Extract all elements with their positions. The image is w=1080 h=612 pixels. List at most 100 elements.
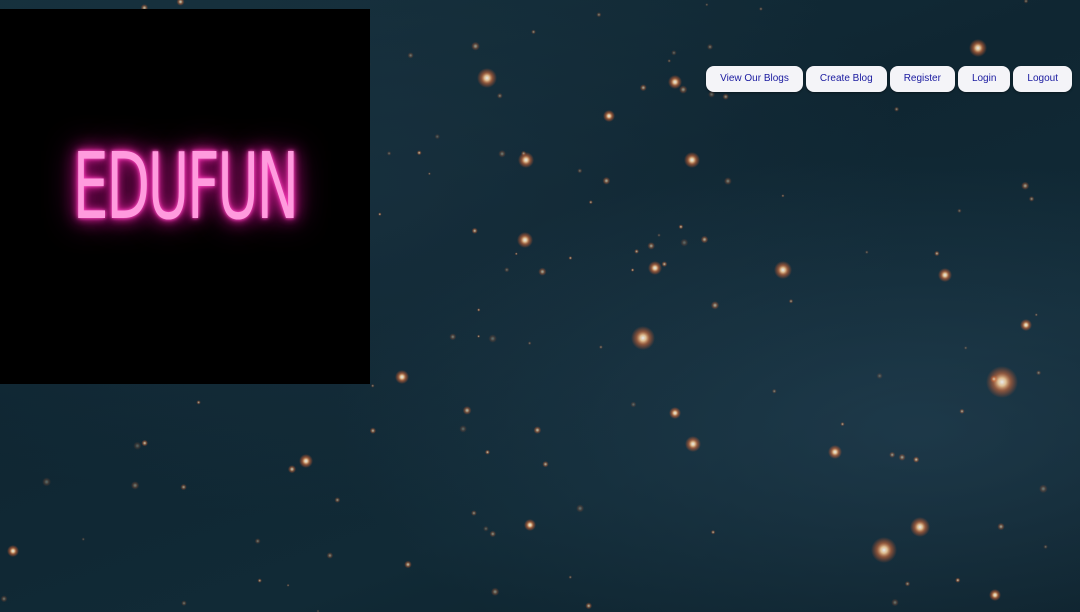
logout-button[interactable]: Logout xyxy=(1013,66,1072,92)
star xyxy=(542,461,549,468)
star xyxy=(477,334,481,338)
star xyxy=(1034,313,1038,317)
star xyxy=(772,388,777,394)
star xyxy=(963,346,968,350)
top-navigation: View Our Blogs Create Blog Register Logi… xyxy=(706,66,1072,92)
star xyxy=(514,252,518,256)
star xyxy=(934,250,940,257)
star xyxy=(685,436,701,452)
star xyxy=(462,406,472,415)
star xyxy=(257,578,262,583)
star xyxy=(133,441,142,450)
star xyxy=(667,59,671,63)
star xyxy=(489,530,497,538)
star xyxy=(631,326,655,350)
star xyxy=(517,232,533,248)
star xyxy=(1036,370,1042,376)
star xyxy=(477,308,481,312)
star xyxy=(533,426,542,434)
star xyxy=(477,68,497,88)
star xyxy=(181,600,187,606)
star xyxy=(524,519,536,531)
star xyxy=(490,587,500,596)
star xyxy=(496,92,503,99)
star xyxy=(668,75,682,89)
star xyxy=(471,41,480,51)
star xyxy=(894,106,900,112)
star xyxy=(679,85,688,94)
star xyxy=(287,465,297,474)
star xyxy=(648,261,662,275)
star xyxy=(369,427,377,434)
star xyxy=(759,6,763,11)
star xyxy=(1020,319,1032,331)
star xyxy=(471,510,477,516)
view-blogs-button[interactable]: View Our Blogs xyxy=(706,66,803,92)
star xyxy=(630,401,637,408)
star xyxy=(427,172,431,176)
star xyxy=(1028,196,1035,202)
star xyxy=(969,39,987,57)
star xyxy=(471,227,478,234)
star xyxy=(710,301,720,310)
star xyxy=(710,530,716,535)
star xyxy=(1039,484,1048,494)
star xyxy=(407,52,414,59)
star xyxy=(774,261,792,279)
star xyxy=(678,224,684,230)
star xyxy=(599,345,603,349)
star xyxy=(596,12,602,18)
star xyxy=(577,168,583,174)
star xyxy=(705,3,709,7)
star xyxy=(141,439,148,447)
star xyxy=(639,84,647,92)
star xyxy=(684,152,700,168)
star xyxy=(176,0,185,6)
star xyxy=(634,249,639,254)
star xyxy=(42,477,52,487)
star xyxy=(370,384,375,388)
star xyxy=(378,212,382,216)
star xyxy=(891,598,899,607)
star xyxy=(602,176,611,185)
star xyxy=(498,150,506,158)
star xyxy=(568,575,573,579)
star xyxy=(386,151,392,156)
star xyxy=(434,133,440,140)
star xyxy=(459,425,467,433)
star xyxy=(531,29,536,35)
star xyxy=(938,268,952,282)
site-logo[interactable]: EDUFUN xyxy=(0,9,370,384)
star xyxy=(576,504,585,513)
star xyxy=(661,261,668,267)
star xyxy=(957,208,962,213)
star xyxy=(986,366,1018,398)
star xyxy=(722,93,729,100)
star xyxy=(680,238,689,247)
star xyxy=(889,451,896,458)
star xyxy=(724,177,732,186)
star xyxy=(989,589,1001,601)
star xyxy=(286,583,290,587)
star xyxy=(196,400,201,405)
star xyxy=(585,602,593,610)
star xyxy=(81,537,86,541)
star xyxy=(395,370,409,384)
login-button[interactable]: Login xyxy=(957,66,1011,92)
star xyxy=(865,250,869,254)
star xyxy=(483,525,489,532)
star xyxy=(647,242,655,250)
star xyxy=(0,595,8,603)
star xyxy=(603,110,615,122)
star xyxy=(180,483,187,491)
star xyxy=(416,150,422,156)
star xyxy=(959,408,965,414)
star xyxy=(840,422,845,427)
create-blog-button[interactable]: Create Blog xyxy=(805,66,887,92)
star xyxy=(671,50,677,56)
register-button[interactable]: Register xyxy=(889,66,955,92)
star xyxy=(485,449,490,455)
star xyxy=(449,333,457,341)
star xyxy=(1043,544,1048,549)
star xyxy=(700,235,709,244)
